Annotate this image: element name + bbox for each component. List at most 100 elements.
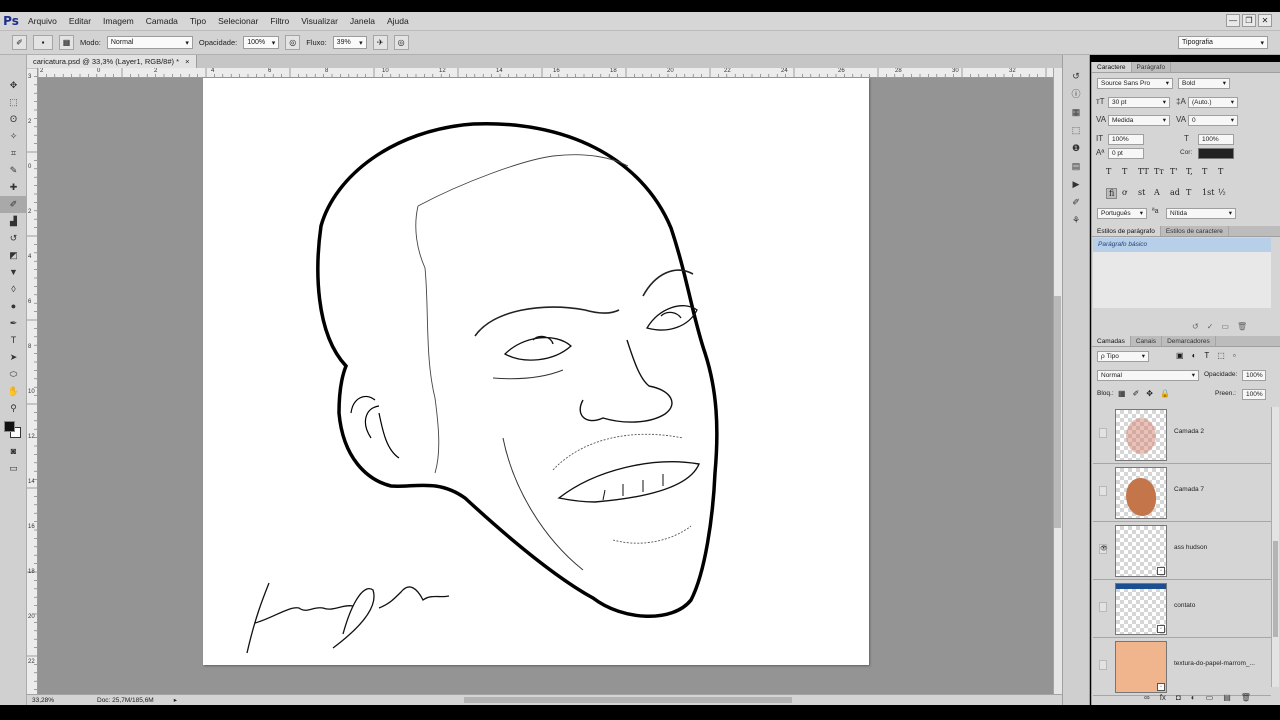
tracking-select[interactable]: 0 ▾	[1188, 115, 1238, 126]
text-color-swatch[interactable]	[1198, 148, 1234, 159]
tab-estilos-caractere[interactable]: Estilos de caractere	[1161, 226, 1229, 236]
type-tool[interactable]: T	[0, 332, 27, 349]
new-layer-icon[interactable]: ▤	[1223, 693, 1231, 702]
opentype-button[interactable]: fi	[1106, 188, 1118, 199]
smart-filter-icon[interactable]: ▫	[1233, 351, 1236, 360]
swatches-panel-icon[interactable]: ▦	[1063, 103, 1089, 121]
antialias-select[interactable]: Nítida ▾	[1166, 208, 1236, 219]
menu-imagem[interactable]: Imagem	[97, 16, 140, 26]
link-layers-icon[interactable]: ∞	[1144, 693, 1150, 702]
layer-row[interactable]: Camada 7	[1093, 464, 1271, 522]
type-style-button[interactable]: Tт	[1154, 167, 1164, 176]
close-button[interactable]: ✕	[1258, 14, 1272, 27]
eyedropper-tool[interactable]: ✎	[0, 162, 27, 179]
zoom-level[interactable]: 33,28%	[27, 697, 97, 704]
type-style-button[interactable]: T	[1122, 167, 1127, 176]
menu-filtro[interactable]: Filtro	[264, 16, 295, 26]
font-family-select[interactable]: Source Sans Pro ▾	[1097, 78, 1173, 89]
layer-row[interactable]: 👁 ▫ ass hudson	[1093, 522, 1271, 580]
pressure-opacity-icon[interactable]: ◎	[285, 35, 301, 50]
airbrush-icon[interactable]: ✈	[372, 35, 388, 50]
opacity-input[interactable]: 100% ▾	[243, 36, 280, 49]
history-brush-tool[interactable]: ↺	[0, 230, 27, 247]
type-style-button[interactable]: T,	[1186, 167, 1193, 176]
grid-panel-icon[interactable]: ▤	[1063, 157, 1089, 175]
crop-tool[interactable]: ⌗	[0, 145, 27, 162]
history-panel-icon[interactable]: ↺	[1063, 67, 1089, 85]
foreground-color-swatch[interactable]	[4, 421, 15, 432]
restore-button[interactable]: ❐	[1242, 14, 1256, 27]
vertical-scale-input[interactable]: 100%	[1108, 134, 1144, 145]
dodge-tool[interactable]: ●	[0, 298, 27, 315]
flow-input[interactable]: 39% ▾	[332, 36, 367, 49]
layers-scroll-thumb[interactable]	[1273, 541, 1278, 637]
trash-icon[interactable]: 🗑	[1237, 322, 1247, 331]
pen-tool[interactable]: ✒	[0, 315, 27, 332]
font-size-input[interactable]: 30 pt ▾	[1108, 97, 1170, 108]
brush-panel-icon[interactable]: ▦	[59, 35, 74, 50]
status-arrow-icon[interactable]: ▸	[174, 696, 177, 704]
navigator-panel-icon[interactable]: ⬚	[1063, 121, 1089, 139]
hand-tool[interactable]: ✋	[0, 383, 27, 400]
lock-transparency-icon[interactable]: ▦	[1118, 389, 1126, 398]
document-tab[interactable]: caricatura.psd @ 33,3% (Layer1, RGB/8#) …	[27, 55, 197, 68]
language-select[interactable]: Português ▾	[1097, 208, 1147, 219]
type-style-button[interactable]: T	[1106, 167, 1111, 176]
info-panel-icon[interactable]: ⓘ	[1063, 85, 1089, 103]
tab-canais[interactable]: Canais	[1131, 336, 1163, 346]
brush-preset-icon[interactable]: ✐	[12, 35, 27, 50]
shape-filter-icon[interactable]: ⬚	[1217, 351, 1225, 360]
move-tool[interactable]: ✥	[0, 77, 27, 94]
type-style-button[interactable]: T'	[1170, 167, 1178, 176]
clear-override-icon[interactable]: ↺	[1192, 322, 1199, 331]
workspace-select[interactable]: Tipografia ▾	[1178, 36, 1268, 49]
visibility-toggle[interactable]	[1099, 602, 1107, 612]
pressure-size-icon[interactable]: ◎	[393, 35, 409, 50]
eye-icon[interactable]: 👁	[1099, 544, 1108, 554]
blend-mode-select[interactable]: Normal ▾	[1097, 370, 1199, 381]
healing-tool[interactable]: ✚	[0, 179, 27, 196]
layer-opacity-input[interactable]: 100%	[1242, 370, 1266, 381]
mask-icon[interactable]: ◘	[1176, 693, 1181, 702]
shape-tool[interactable]: ⬭	[0, 366, 27, 383]
screen-mode-icon[interactable]: ▭	[0, 460, 27, 477]
brush-presets-icon[interactable]: ✐	[1063, 193, 1089, 211]
menu-selecionar[interactable]: Selecionar	[212, 16, 264, 26]
lock-pixels-icon[interactable]: ✐	[1133, 389, 1140, 398]
path-select-tool[interactable]: ➤	[0, 349, 27, 366]
opentype-button[interactable]: ad	[1170, 188, 1180, 197]
menu-ajuda[interactable]: Ajuda	[381, 16, 415, 26]
redefine-style-icon[interactable]: ✓	[1207, 322, 1214, 331]
folder-icon[interactable]: ▭	[1206, 693, 1214, 702]
menu-tipo[interactable]: Tipo	[184, 16, 212, 26]
fx-icon[interactable]: fx	[1160, 693, 1166, 702]
canvas-vertical-scroll-thumb[interactable]	[1054, 296, 1061, 528]
tab-camadas[interactable]: Camadas	[1092, 336, 1131, 346]
type-style-button[interactable]: T	[1202, 167, 1207, 176]
canvas-horizontal-scroll-thumb[interactable]	[464, 697, 792, 703]
menu-arquivo[interactable]: Arquivo	[22, 16, 63, 26]
clone-source-icon[interactable]: ⚘	[1063, 211, 1089, 229]
tab-caractere[interactable]: Caractere	[1092, 62, 1132, 72]
lock-position-icon[interactable]: ✥	[1146, 389, 1153, 398]
menu-editar[interactable]: Editar	[63, 16, 97, 26]
layers-scrollbar[interactable]	[1271, 407, 1279, 687]
actions-panel-icon[interactable]: ▶	[1063, 175, 1089, 193]
zoom-tool[interactable]: ⚲	[0, 400, 27, 417]
baseline-shift-input[interactable]: 0 pt	[1108, 148, 1144, 159]
brush-tool[interactable]: ✐	[0, 196, 27, 213]
opentype-button[interactable]: ơ	[1122, 188, 1127, 197]
kerning-select[interactable]: Medida ▾	[1108, 115, 1170, 126]
fill-input[interactable]: 100%	[1242, 389, 1266, 400]
tab-paragrafo[interactable]: Parágrafo	[1132, 62, 1172, 72]
paint-bucket-tool[interactable]: ▼	[0, 264, 27, 281]
stamp-tool[interactable]: ▟	[0, 213, 27, 230]
quick-mask-icon[interactable]: ◙	[0, 443, 27, 460]
type-style-button[interactable]: TT	[1138, 167, 1149, 176]
type-filter-icon[interactable]: T	[1204, 351, 1209, 360]
opentype-button[interactable]: A	[1154, 188, 1160, 197]
layer-row[interactable]: ▫ textura-do-papel-marrom_...	[1093, 638, 1271, 696]
quick-select-tool[interactable]: ✧	[0, 128, 27, 145]
new-style-icon[interactable]: ▭	[1221, 322, 1229, 331]
adjustment-icon[interactable]: ◐	[1191, 693, 1196, 702]
